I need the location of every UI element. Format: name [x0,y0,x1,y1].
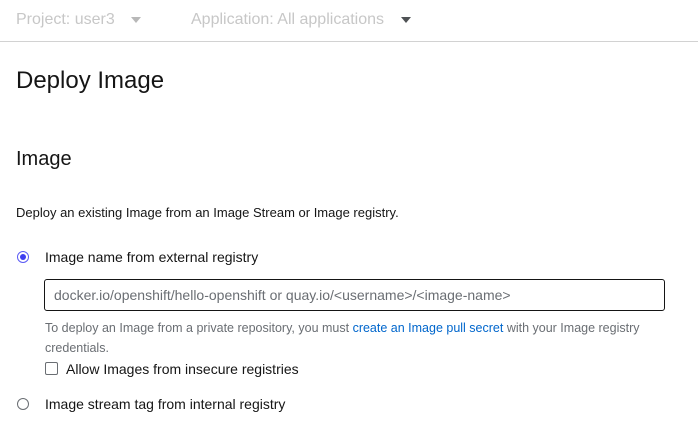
project-dropdown-label: Project: user3 [16,11,115,28]
context-bar: Project: user3 Application: All applicat… [0,0,698,42]
radio-external-registry[interactable] [17,251,29,263]
radio-external-registry-label[interactable]: Image name from external registry [45,249,258,265]
caret-down-icon [130,17,141,23]
radio-internal-registry-label[interactable]: Image stream tag from internal registry [45,396,285,412]
allow-insecure-label[interactable]: Allow Images from insecure registries [66,361,299,377]
project-dropdown[interactable]: Project: user3 [16,10,141,30]
helper-text-start: To deploy an Image from a private reposi… [45,321,353,335]
allow-insecure-checkbox[interactable] [45,362,58,375]
page-title: Deploy Image [16,67,165,94]
application-dropdown-label: Application: All applications [191,11,385,28]
application-dropdown[interactable]: Application: All applications [191,10,412,30]
caret-down-icon [401,17,412,23]
section-description: Deploy an existing Image from an Image S… [16,205,399,220]
helper-text: To deploy an Image from a private reposi… [45,318,665,358]
create-pull-secret-link[interactable]: create an Image pull secret [353,321,504,335]
section-title-image: Image [16,148,72,170]
image-name-input[interactable] [44,279,665,311]
radio-internal-registry[interactable] [17,398,29,410]
